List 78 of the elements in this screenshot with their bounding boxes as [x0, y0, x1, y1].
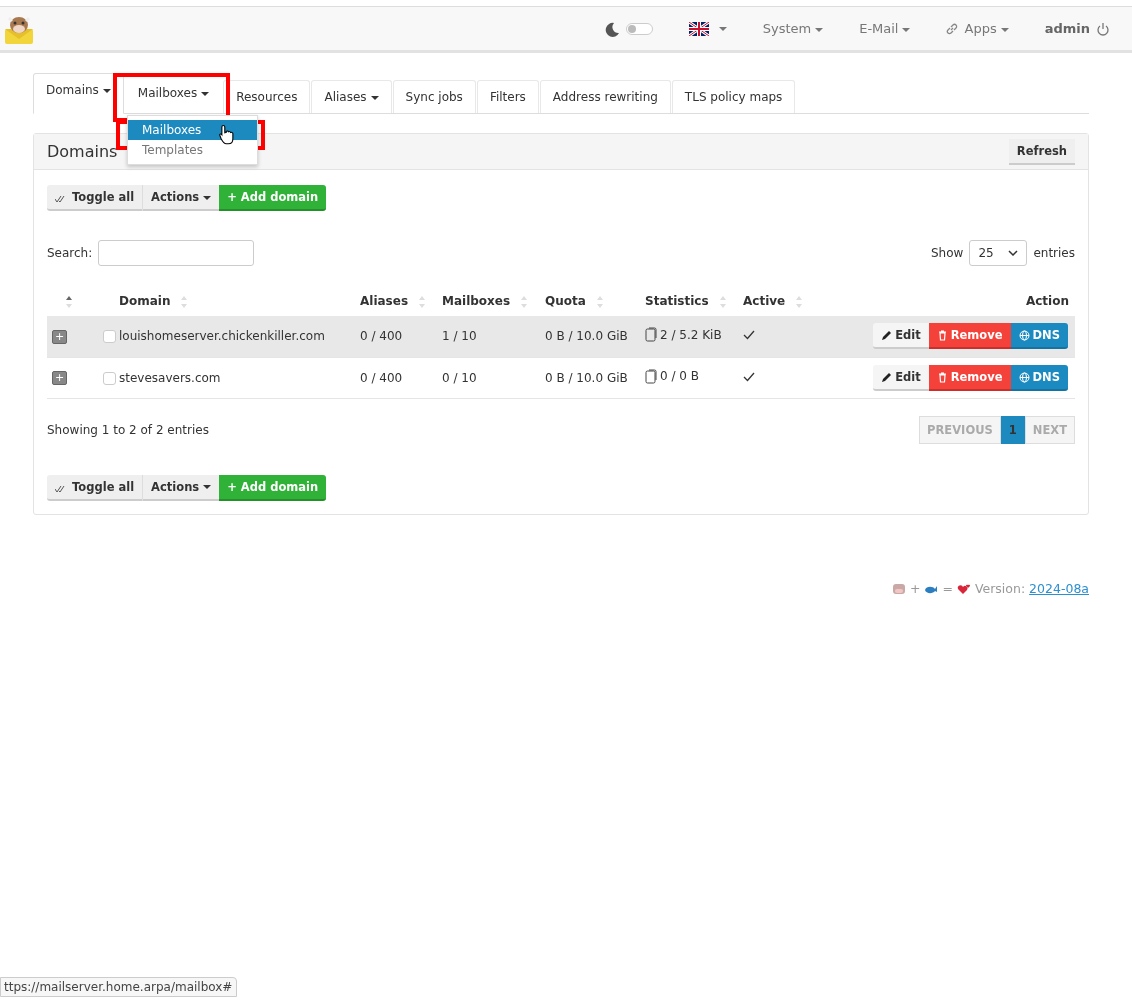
caret-icon[interactable]: [718, 26, 727, 31]
table-cell: 1 / 10: [442, 329, 477, 344]
sort-icon[interactable]: [65, 295, 73, 308]
page-size-select[interactable]: 25: [969, 240, 1028, 266]
hearts-icon: [956, 582, 971, 595]
power-icon[interactable]: [1096, 21, 1110, 36]
globe-icon: [1018, 330, 1030, 342]
table-cell: 2 / 5.2 KiB: [660, 327, 722, 342]
tab[interactable]: Aliases: [311, 80, 392, 113]
row-checkbox[interactable]: [103, 371, 116, 385]
domain-cell: louishomeserver.chickenkiller.com: [119, 329, 325, 344]
trash-icon: [936, 330, 948, 342]
hand-cursor-icon: [218, 124, 236, 146]
actions-button[interactable]: Actions: [143, 474, 220, 501]
column-header[interactable]: Aliases: [360, 294, 409, 308]
tab[interactable]: Resources: [223, 80, 311, 113]
search-label: Search:: [47, 246, 93, 260]
tab[interactable]: Domains: [33, 73, 124, 114]
copy-icon: [645, 368, 657, 384]
double-check-icon: [55, 484, 65, 493]
menu-item[interactable]: Mailboxes: [128, 120, 257, 140]
tab[interactable]: TLS policy maps: [671, 80, 796, 113]
column-header[interactable]: Active: [743, 294, 786, 308]
pencil-icon: [881, 371, 893, 383]
column-header[interactable]: Statistics: [645, 294, 709, 308]
remove-button[interactable]: Remove: [928, 364, 1011, 391]
toggle-all-button[interactable]: Toggle all: [47, 474, 144, 501]
expand-button[interactable]: +: [52, 329, 67, 344]
table-cell: 0 / 0 B: [660, 369, 699, 383]
row-checkbox[interactable]: [103, 330, 116, 344]
tab[interactable]: Address rewriting: [539, 80, 671, 113]
entries-label: entries: [1033, 246, 1075, 260]
chevron-icon[interactable]: [1008, 250, 1019, 256]
nav-menu[interactable]: Apps: [964, 21, 1009, 36]
remove-button[interactable]: Remove: [928, 323, 1011, 350]
entries-info: Showing 1 to 2 of 2 entries: [47, 422, 209, 437]
actions-button[interactable]: Actions: [143, 185, 220, 211]
cow-icon: [891, 582, 906, 595]
footer-text: =: [942, 581, 953, 596]
theme-toggle[interactable]: [625, 22, 653, 35]
copy-icon: [645, 327, 657, 343]
table-cell: 0 B / 10.0 GiB: [545, 370, 628, 385]
search-field[interactable]: [98, 240, 255, 266]
toggle-all-button[interactable]: Toggle all: [47, 185, 144, 211]
tab[interactable]: Filters: [476, 80, 539, 113]
user-menu[interactable]: admin: [1044, 21, 1090, 36]
table-cell: 0 B / 10.0 GiB: [545, 329, 628, 344]
dns-button[interactable]: DNS: [1010, 323, 1068, 350]
trash-icon: [936, 371, 948, 383]
table-cell: 0 / 10: [442, 370, 477, 385]
footer-text: +: [909, 581, 921, 596]
edit-button[interactable]: Edit: [873, 364, 929, 391]
moon-icon[interactable]: [603, 20, 620, 37]
refresh-button[interactable]: Refresh: [1008, 138, 1075, 165]
dns-button[interactable]: DNS: [1010, 364, 1068, 391]
menu-item[interactable]: Templates: [128, 140, 257, 160]
column-header[interactable]: Domain: [119, 294, 171, 308]
double-check-icon: [55, 195, 65, 203]
edit-button[interactable]: Edit: [873, 323, 929, 350]
show-label: Show: [931, 246, 964, 260]
status-url: ttps://mailserver.home.arpa/mailbox#: [0, 977, 238, 997]
version-link[interactable]: 2024-08a: [1029, 581, 1089, 596]
column-header[interactable]: Action: [1025, 294, 1069, 308]
column-header[interactable]: Quota: [545, 294, 586, 308]
footer-text: Version:: [974, 581, 1026, 596]
column-header[interactable]: Mailboxes: [442, 294, 511, 308]
nav-menu[interactable]: E-Mail: [859, 21, 911, 36]
uk-flag-icon[interactable]: [688, 21, 709, 36]
domain-cell: stevesavers.com: [119, 370, 221, 385]
tab[interactable]: Sync jobs: [392, 80, 476, 113]
nav-menu[interactable]: System: [762, 21, 824, 36]
globe-icon: [1018, 371, 1030, 383]
table-cell: 0 / 400: [360, 329, 403, 344]
pencil-icon: [881, 330, 893, 342]
link-icon: [946, 22, 959, 35]
panel-title: Domains: [47, 142, 118, 161]
table-cell: 0 / 400: [360, 370, 403, 385]
expand-button[interactable]: +: [52, 371, 67, 385]
